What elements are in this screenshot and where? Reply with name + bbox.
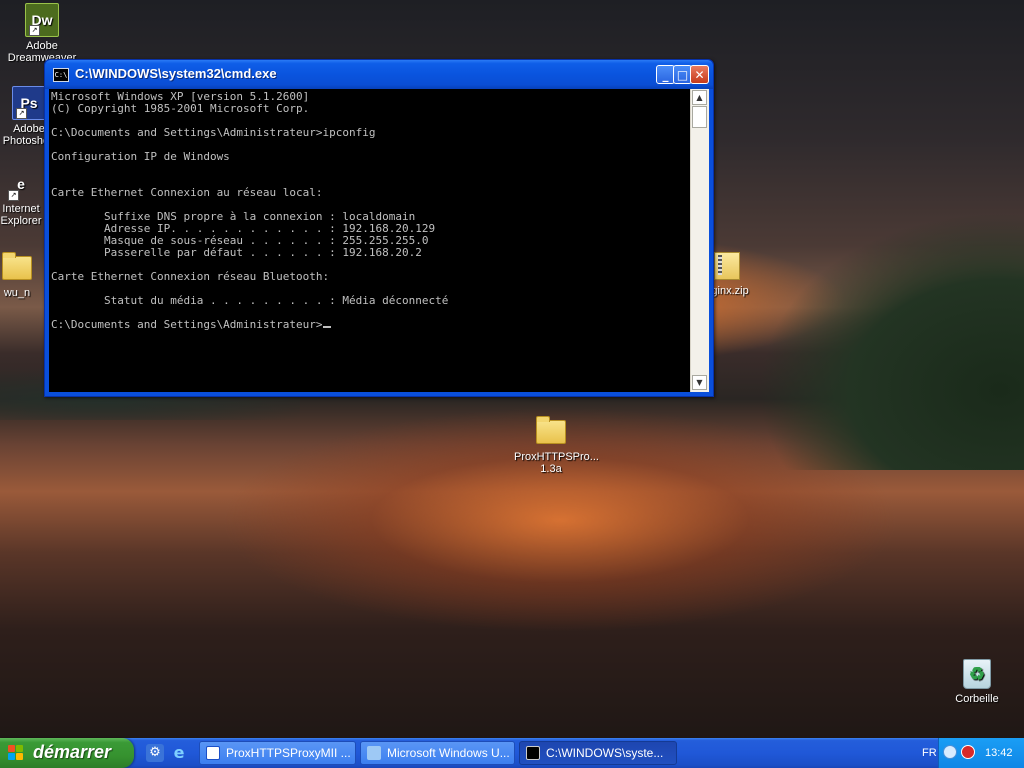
desktop-icon-dreamweaver[interactable]: Dw ↗ Adobe Dreamweaver (5, 3, 79, 64)
folder-icon (535, 416, 567, 448)
shortcut-arrow-icon: ↗ (8, 190, 19, 201)
folder-icon (1, 252, 33, 284)
wallpaper-hills (700, 170, 1024, 470)
console-output[interactable]: Microsoft Windows XP [version 5.1.2600] … (49, 89, 690, 392)
console-line: Statut du média . . . . . . . . . : Médi… (51, 294, 449, 307)
proxy-app-icon (206, 746, 220, 760)
language-indicator[interactable]: FR (922, 738, 937, 768)
console-line: Passerelle par défaut . . . . . . : 192.… (51, 246, 422, 259)
taskbar: démarrer ⚙ e ProxHTTPSProxyMII ... Micro… (0, 738, 1024, 768)
security-alert-icon[interactable] (961, 745, 975, 759)
shortcut-arrow-icon: ↗ (16, 108, 27, 119)
taskbar-item-cmd[interactable]: C:\WINDOWS\syste... (519, 741, 677, 765)
desktop-icon-label: Corbeille (955, 693, 999, 705)
cmd-icon (526, 746, 540, 760)
console-line: Carte Ethernet Connexion réseau Bluetoot… (51, 270, 330, 283)
window-title: C:\WINDOWS\system32\cmd.exe (75, 66, 277, 81)
start-button[interactable]: démarrer (0, 738, 134, 768)
scroll-down-arrow-icon[interactable]: ▼ (692, 375, 707, 390)
cmd-title-bar[interactable]: C:\ C:\WINDOWS\system32\cmd.exe _ □ ✕ (45, 60, 713, 89)
desktop-icon-label: ProxHTTPSPro... 1.3a (514, 451, 599, 475)
system-tray: 13:42 (938, 738, 1024, 768)
scroll-up-arrow-icon[interactable]: ▲ (692, 90, 707, 105)
console-line: C:\Documents and Settings\Administrateur… (51, 318, 323, 331)
quicklaunch-network-icon[interactable]: ⚙ (146, 744, 164, 762)
shortcut-arrow-icon: ↗ (29, 25, 40, 36)
console-line: Configuration IP de Windows (51, 150, 230, 163)
zip-file-icon (711, 250, 743, 282)
start-label: démarrer (33, 742, 112, 762)
desktop-icon-proxhttpsproxy-folder[interactable]: ProxHTTPSPro... 1.3a (514, 416, 599, 475)
quicklaunch-internet-explorer-icon[interactable]: e (170, 744, 188, 762)
desktop-icon-recycle-bin[interactable]: ♻ Corbeille (940, 658, 1014, 705)
taskbar-item-label: ProxHTTPSProxyMII ... (226, 746, 351, 760)
cmd-window[interactable]: C:\ C:\WINDOWS\system32\cmd.exe _ □ ✕ Mi… (44, 59, 714, 397)
taskbar-item-windows-update[interactable]: Microsoft Windows U... (360, 741, 515, 765)
text-cursor (322, 326, 331, 328)
recycle-bin-icon: ♻ (961, 658, 993, 690)
console-line: (C) Copyright 1985-2001 Microsoft Corp. (51, 102, 310, 115)
windows-logo-icon (8, 745, 24, 761)
taskbar-item-label: Microsoft Windows U... (387, 746, 510, 760)
cmd-icon: C:\ (53, 68, 69, 82)
close-button[interactable]: ✕ (690, 65, 709, 84)
tray-expand-icon[interactable] (943, 745, 957, 759)
console-text: Microsoft Windows XP [version 5.1.2600] … (49, 89, 690, 331)
taskbar-item-label: C:\WINDOWS\syste... (546, 746, 664, 760)
scroll-thumb[interactable] (692, 106, 707, 128)
windows-update-icon (367, 746, 381, 760)
clock: 13:42 (985, 747, 1013, 759)
console-line: Carte Ethernet Connexion au réseau local… (51, 186, 323, 199)
taskbar-item-proxhttpsproxy[interactable]: ProxHTTPSProxyMII ... (199, 741, 356, 765)
vertical-scrollbar[interactable]: ▲ ▼ (690, 89, 709, 392)
console-line: C:\Documents and Settings\Administrateur… (51, 126, 376, 139)
